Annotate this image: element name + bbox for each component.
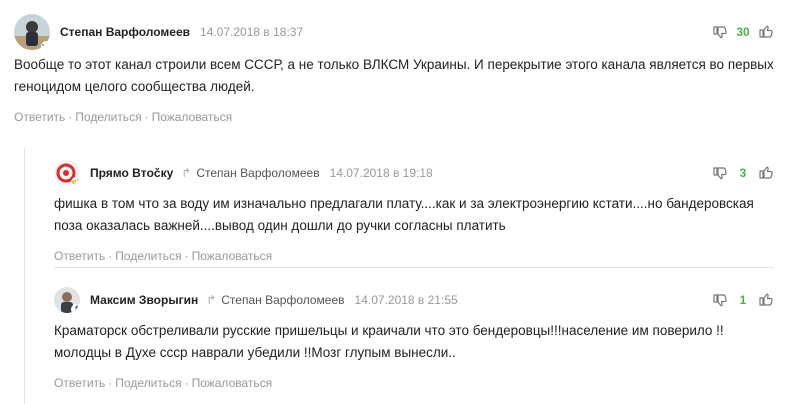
- report-link[interactable]: Пожаловаться: [152, 110, 233, 124]
- facebook-icon: f: [71, 304, 80, 313]
- vk-icon: vk: [41, 41, 50, 50]
- comment-text: Вообще то этот канал строили всем СССР, …: [14, 57, 774, 94]
- vote-score: 30: [736, 25, 750, 39]
- separator: ·: [108, 376, 113, 390]
- comment-actions: Ответить · Поделиться · Пожаловаться: [54, 249, 774, 263]
- votes: 3: [712, 165, 774, 181]
- comment-header: ok Прямо Втočку ↱ Степан Варфоломеев 14.…: [54, 157, 774, 189]
- author-name[interactable]: Прямо Втočку: [90, 166, 173, 180]
- avatar[interactable]: vk: [14, 14, 50, 50]
- comment-header: vk Степан Варфоломеев 14.07.2018 в 18:37…: [14, 14, 774, 50]
- comment-date: 14.07.2018 в 18:37: [200, 25, 304, 39]
- reply-arrow-icon: ↱: [181, 166, 192, 180]
- separator: ·: [144, 110, 149, 124]
- ok-icon: ok: [71, 177, 80, 186]
- comment-actions: Ответить · Поделиться · Пожаловаться: [54, 376, 774, 390]
- separator: ·: [68, 110, 73, 124]
- comment-date: 14.07.2018 в 21:55: [354, 293, 458, 307]
- author-name[interactable]: Степан Варфоломеев: [60, 25, 190, 39]
- separator: ·: [184, 376, 189, 390]
- share-link[interactable]: Поделиться: [115, 376, 181, 390]
- avatar[interactable]: ok: [54, 160, 80, 186]
- comment-actions: Ответить · Поделиться · Пожаловаться: [14, 110, 774, 124]
- thread-line: [24, 148, 25, 404]
- avatar[interactable]: f: [54, 287, 80, 313]
- votes: 1: [712, 292, 774, 308]
- comment-reply: ok Прямо Втočку ↱ Степан Варфоломеев 14.…: [54, 157, 774, 263]
- reply-link[interactable]: Ответить: [54, 376, 105, 390]
- comment: vk Степан Варфоломеев 14.07.2018 в 18:37…: [14, 14, 774, 124]
- share-link[interactable]: Поделиться: [115, 249, 181, 263]
- comment-date: 14.07.2018 в 19:18: [329, 166, 433, 180]
- thumbs-up-icon[interactable]: [758, 292, 774, 308]
- comment-reply: f Максим Зворыгин ↱ Степан Варфоломеев 1…: [54, 284, 774, 390]
- vote-score: 1: [739, 293, 747, 307]
- thumbs-up-icon[interactable]: [758, 165, 774, 181]
- reply-to-name[interactable]: Степан Варфоломеев: [221, 293, 344, 307]
- reply-link[interactable]: Ответить: [54, 249, 105, 263]
- separator: ·: [108, 249, 113, 263]
- thumbs-up-icon[interactable]: [758, 24, 774, 40]
- vote-score: 3: [739, 166, 747, 180]
- reply-divider: [54, 267, 774, 268]
- reply-to-name[interactable]: Степан Варфоломеев: [196, 166, 319, 180]
- thumbs-down-icon[interactable]: [712, 165, 728, 181]
- thumbs-down-icon[interactable]: [712, 292, 728, 308]
- reply-link[interactable]: Ответить: [14, 110, 65, 124]
- votes: 30: [712, 24, 774, 40]
- reply-arrow-icon: ↱: [206, 293, 217, 307]
- share-link[interactable]: Поделиться: [75, 110, 141, 124]
- report-link[interactable]: Пожаловаться: [192, 249, 273, 263]
- thumbs-down-icon[interactable]: [712, 24, 728, 40]
- comment-text: Краматорск обстреливали русские пришельц…: [54, 323, 724, 360]
- author-name[interactable]: Максим Зворыгин: [90, 293, 198, 307]
- report-link[interactable]: Пожаловаться: [192, 376, 273, 390]
- comment-header: f Максим Зворыгин ↱ Степан Варфоломеев 1…: [54, 284, 774, 316]
- comment-text: фишка в том что за воду им изначально пр…: [54, 196, 754, 233]
- separator: ·: [184, 249, 189, 263]
